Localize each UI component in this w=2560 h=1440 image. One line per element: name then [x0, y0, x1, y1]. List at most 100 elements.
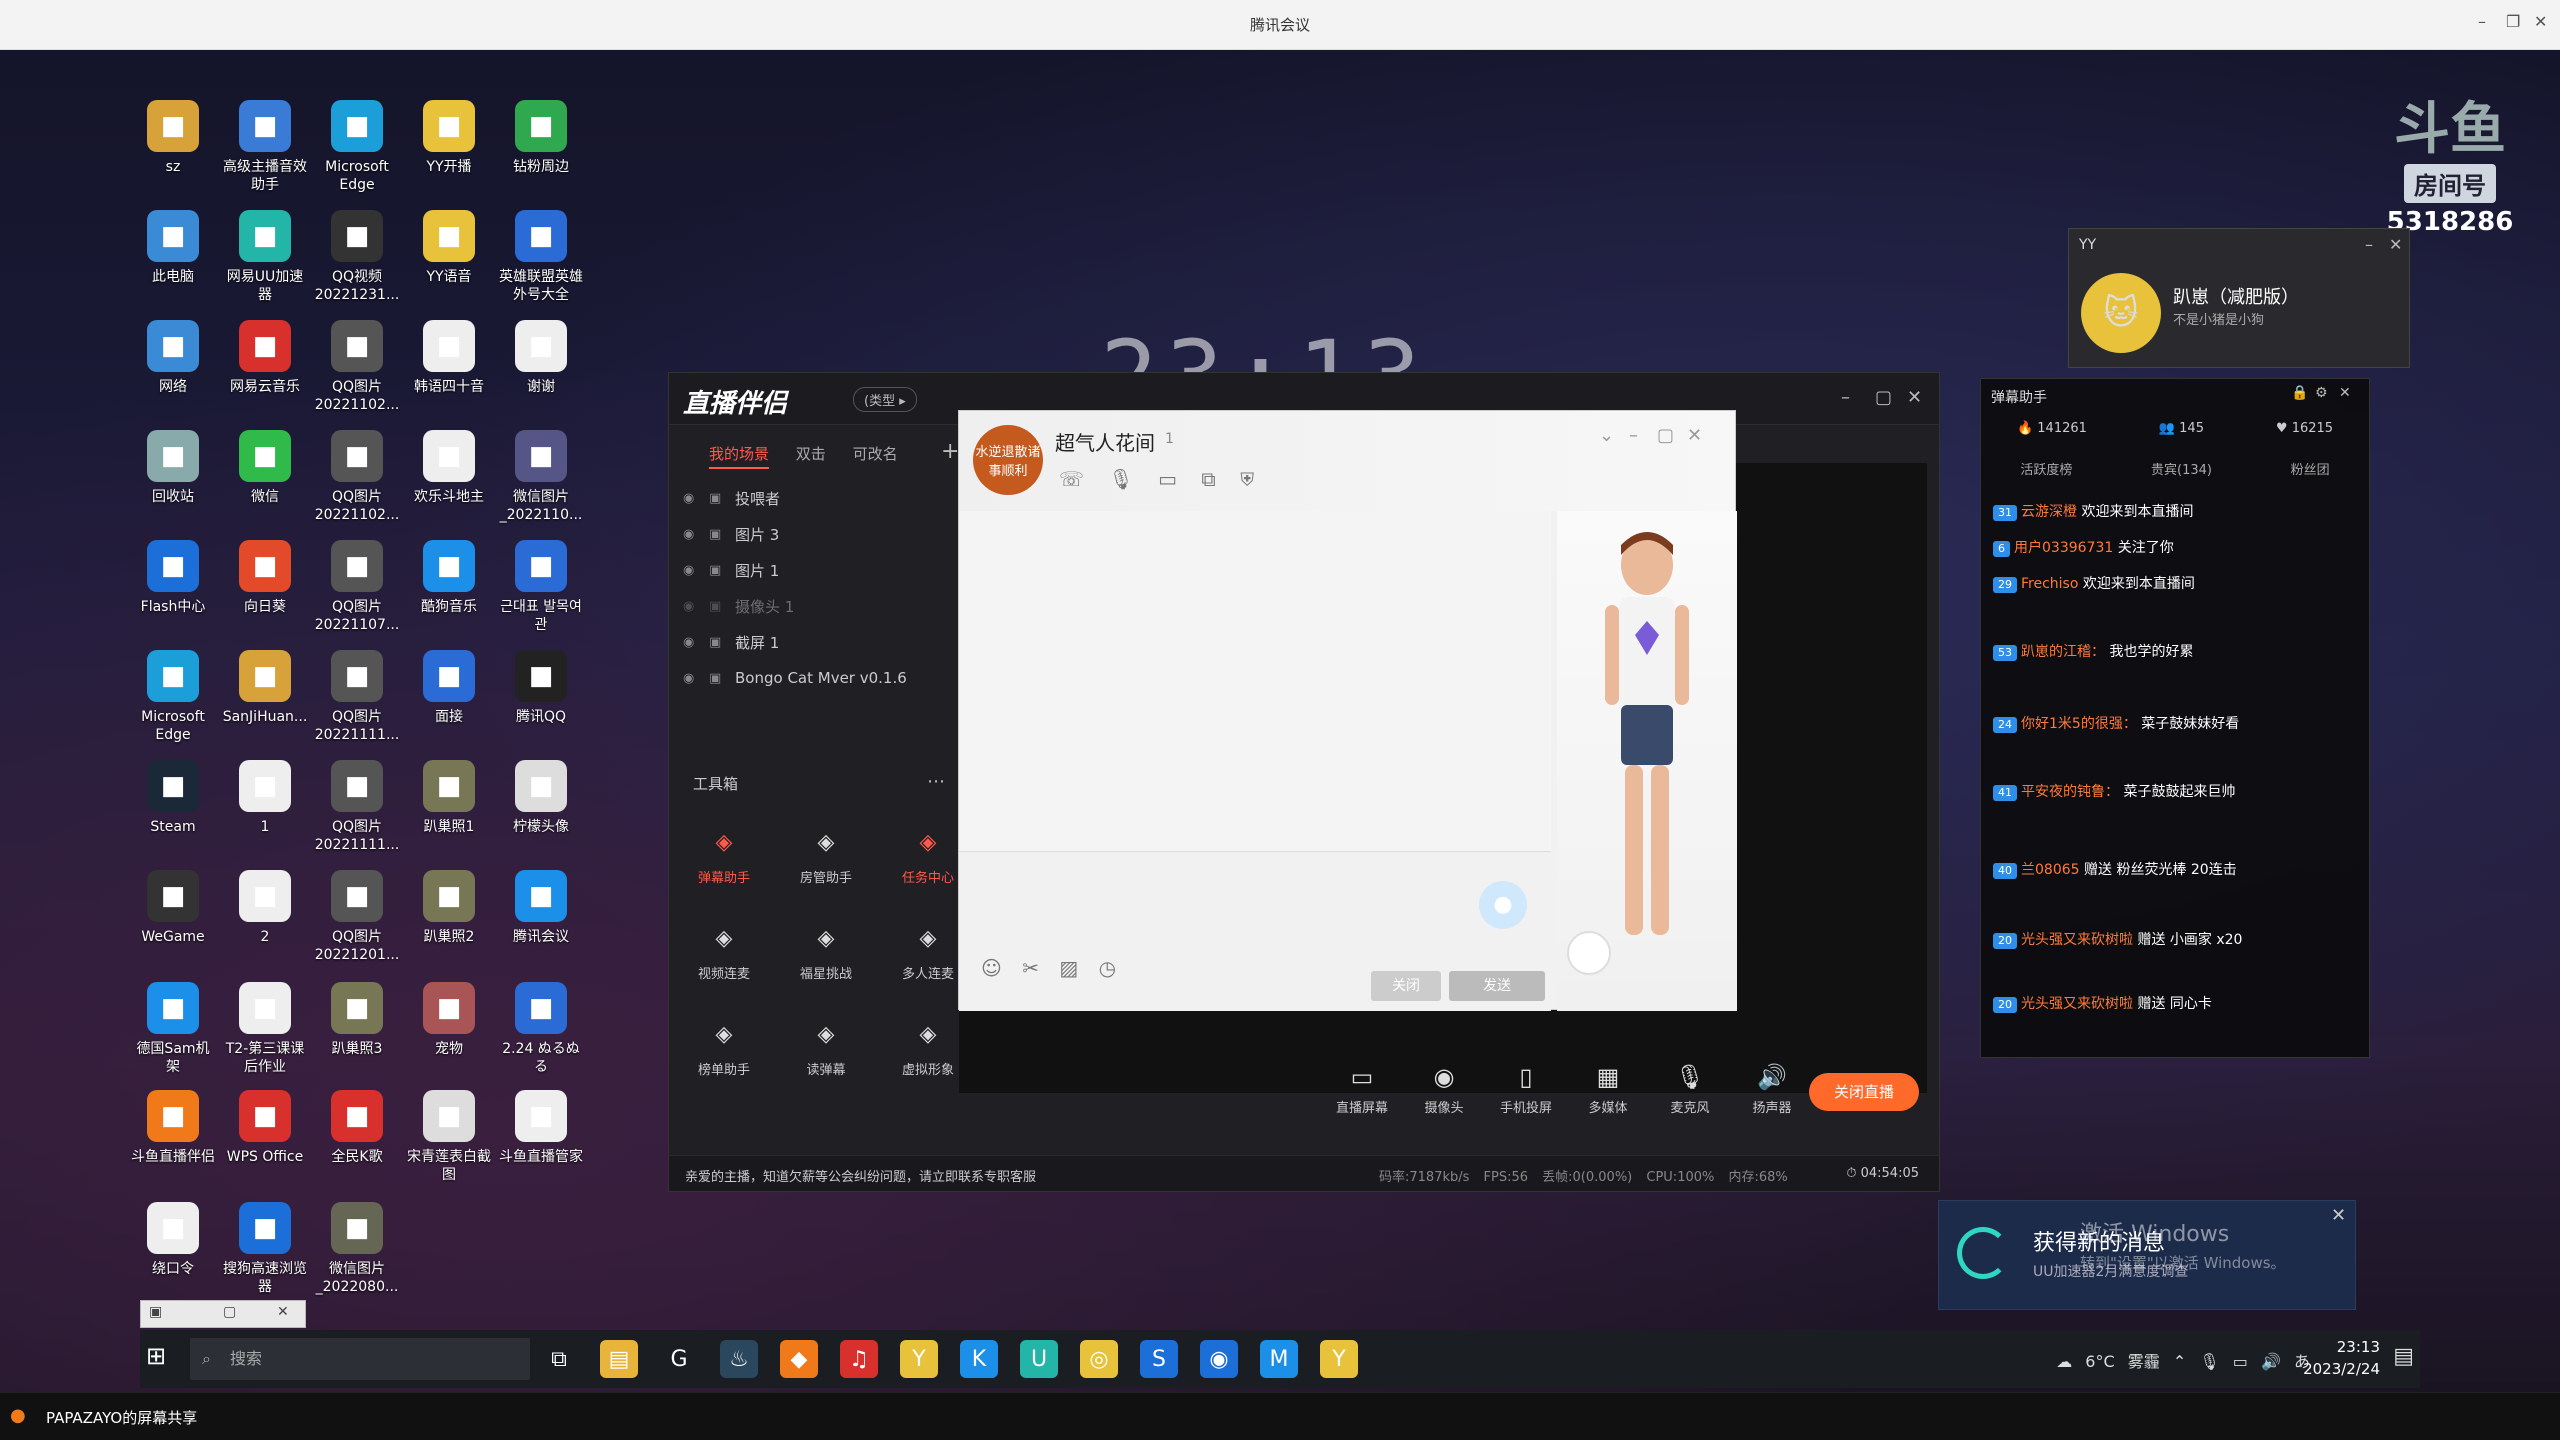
desktop-icon[interactable]: ■ T2-第三课课后作业	[222, 982, 308, 1076]
source-row[interactable]: ◉ ▣ 投喂者	[683, 483, 780, 513]
desktop-icon[interactable]: ■ 斗鱼直播伴侣	[130, 1090, 216, 1166]
sogou-icon[interactable]: S	[1140, 1340, 1178, 1378]
mic-icon[interactable]: 🎙	[2199, 1352, 2219, 1371]
source-row[interactable]: ◉ ▣ 截屏 1	[683, 627, 779, 657]
douyu-icon[interactable]: ◆	[780, 1340, 818, 1378]
history-icon[interactable]: ◷	[1099, 956, 1116, 980]
scissors-icon[interactable]: ✂	[1022, 956, 1039, 980]
lock-icon[interactable]: ▣	[709, 599, 725, 614]
lock-icon[interactable]: ▣	[709, 671, 725, 686]
close-live-button[interactable]: 关闭直播	[1809, 1073, 1919, 1111]
minimize-icon[interactable]: –	[2365, 235, 2373, 254]
tool-button[interactable]: ◈ 房管助手	[781, 823, 871, 887]
desktop-icon[interactable]: ■ 微信	[222, 430, 308, 506]
desktop-icon[interactable]: ■ Microsoft Edge	[130, 650, 216, 744]
explorer-icon[interactable]: ▤	[600, 1340, 638, 1378]
desktop-icon[interactable]: ■ QQ图片20221102...	[314, 430, 400, 524]
desktop-icon[interactable]: ■ QQ视频20221231...	[314, 210, 400, 304]
desktop-icon[interactable]: ■ 高级主播音效助手	[222, 100, 308, 194]
desktop-icon[interactable]: ■ SanJiHuan...	[222, 650, 308, 726]
chevron-down-icon[interactable]: ⌄	[1599, 425, 1614, 446]
desktop-icon[interactable]: ■ 绕口令	[130, 1202, 216, 1278]
eye-icon[interactable]: ◉	[683, 599, 699, 614]
mini-window[interactable]: ▣ ▢ ✕	[140, 1300, 306, 1328]
desktop-icon[interactable]: ■ YY语音	[406, 210, 492, 286]
eye-icon[interactable]: ◉	[683, 671, 699, 686]
tool-button[interactable]: ◈ 弹幕助手	[679, 823, 769, 887]
desktop-icon[interactable]: ■ 谢谢	[498, 320, 584, 396]
desktop-icon[interactable]: ■ 腾讯QQ	[498, 650, 584, 726]
desktop-icon[interactable]: ■ 趴巢照2	[406, 870, 492, 946]
desktop-icon[interactable]: ■ QQ图片20221107...	[314, 540, 400, 634]
weather-icon[interactable]: ☁	[2056, 1352, 2072, 1371]
desktop-icon[interactable]: ■ 搜狗高速浏览器	[222, 1202, 308, 1296]
desktop-icon[interactable]: ■ 2.24 ぬるぬる	[498, 982, 584, 1076]
desktop-icon[interactable]: ■ 韩语四十音	[406, 320, 492, 396]
desktop-icon[interactable]: ■ 微信图片_2022110...	[498, 430, 584, 524]
close-icon[interactable]: ✕	[2331, 1205, 2346, 1226]
desktop-icon[interactable]: ■ 德国Sam机架	[130, 982, 216, 1076]
lock-icon[interactable]: ▣	[709, 527, 725, 542]
source-row[interactable]: ◉ ▣ 图片 1	[683, 555, 779, 585]
desktop-icon[interactable]: ■ 钻粉周边	[498, 100, 584, 176]
weather-text[interactable]: 6°C 雾霾	[2085, 1352, 2159, 1371]
eye-icon[interactable]: ◉	[683, 563, 699, 578]
desktop-icon[interactable]: ■ 面接	[406, 650, 492, 726]
bottom-tool-button[interactable]: ▦ 多媒体	[1573, 1063, 1643, 1116]
eye-icon[interactable]: ◉	[683, 527, 699, 542]
music-icon[interactable]: ♫	[840, 1340, 878, 1378]
maximize-icon[interactable]: ▢	[1657, 425, 1674, 446]
yy-icon[interactable]: Y	[900, 1340, 938, 1378]
desktop-icon[interactable]: ■ WPS Office	[222, 1090, 308, 1166]
network-icon[interactable]: ▭	[2233, 1352, 2248, 1371]
desktop-icon[interactable]: ■ 微信图片_2022080...	[314, 1202, 400, 1296]
add-scene-icon[interactable]: +	[941, 439, 959, 464]
lock-icon[interactable]: 🔒	[2291, 385, 2308, 401]
task-view-icon[interactable]: ⧉	[540, 1340, 578, 1378]
notification-icon[interactable]: ▤	[2393, 1344, 2414, 1369]
tab-rename[interactable]: 可改名	[853, 445, 898, 463]
maximize-icon[interactable]: ▢	[1875, 387, 1892, 408]
mic-icon[interactable]: 🎙	[1108, 467, 1133, 491]
desktop-icon[interactable]: ■ QQ图片20221111...	[314, 760, 400, 854]
desktop-icon[interactable]: ■ 宠物	[406, 982, 492, 1058]
close-icon[interactable]: ✕	[2389, 235, 2402, 254]
volume-icon[interactable]: 🔊	[2261, 1352, 2281, 1371]
send-button[interactable]: 发送	[1449, 971, 1545, 1001]
tab-double-click[interactable]: 双击	[796, 445, 826, 463]
uu-icon[interactable]: U	[1020, 1340, 1058, 1378]
close-icon[interactable]: ✕	[1687, 425, 1702, 446]
lock-icon[interactable]: ▣	[709, 491, 725, 506]
desktop-icon[interactable]: ■ QQ图片20221201...	[314, 870, 400, 964]
yy-voice-icon[interactable]: Y	[1320, 1340, 1358, 1378]
lock-icon[interactable]: ▣	[709, 563, 725, 578]
desktop-icon[interactable]: ■ 근대표 발목여관	[498, 540, 584, 634]
desktop-icon[interactable]: ■ 斗鱼直播管家	[498, 1090, 584, 1166]
tool-button[interactable]: ◈ 视频连麦	[679, 919, 769, 983]
close-icon[interactable]: ✕	[277, 1304, 289, 1320]
bottom-tool-button[interactable]: ▭ 直播屏幕	[1327, 1063, 1397, 1116]
source-row[interactable]: ◉ ▣ 图片 3	[683, 519, 779, 549]
kugou-icon[interactable]: K	[960, 1340, 998, 1378]
close-icon[interactable]: ✕	[2339, 385, 2351, 401]
tab-my-scene[interactable]: 我的场景	[709, 445, 770, 469]
desktop-icon[interactable]: ■ YY开播	[406, 100, 492, 176]
desktop-icon[interactable]: ■ 网易云音乐	[222, 320, 308, 396]
remote-icon[interactable]: ⧉	[1201, 467, 1215, 491]
desktop-icon[interactable]: ■ 英雄联盟英雄外号大全	[498, 210, 584, 304]
gear-icon[interactable]: ⚙	[2315, 385, 2328, 401]
eye-icon[interactable]: ◉	[683, 491, 699, 506]
minimize-icon[interactable]: –	[1629, 425, 1638, 446]
close-button[interactable]: 关闭	[1371, 971, 1441, 1001]
close-icon[interactable]: ✕	[1907, 387, 1922, 408]
desktop-icon[interactable]: ■ 网络	[130, 320, 216, 396]
desktop-icon[interactable]: ■ 趴巢照1	[406, 760, 492, 836]
close-icon[interactable]: ✕	[2534, 12, 2547, 31]
eye-icon[interactable]: ◉	[683, 635, 699, 650]
lock-icon[interactable]: ▣	[709, 635, 725, 650]
desktop-icon[interactable]: ■ 趴巢照3	[314, 982, 400, 1058]
minimize-icon[interactable]: –	[2478, 12, 2486, 31]
tool-button[interactable]: ◈ 读弹幕	[781, 1015, 871, 1079]
desktop-icon[interactable]: ■ sz	[130, 100, 216, 176]
meeting-icon[interactable]: M	[1260, 1340, 1298, 1378]
